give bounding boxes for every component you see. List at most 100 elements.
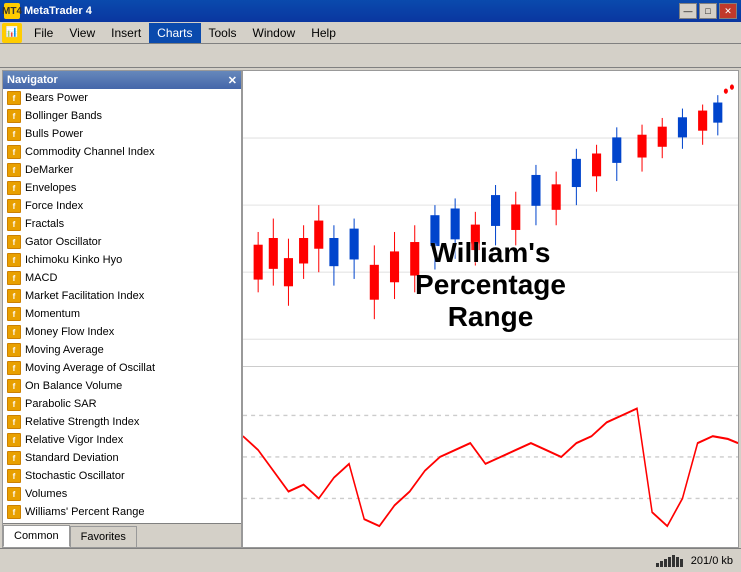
navigator-close-button[interactable]: ✕ bbox=[228, 74, 237, 87]
nav-item-relative-vigor-index[interactable]: f Relative Vigor Index bbox=[3, 431, 241, 449]
nav-item-macd[interactable]: f MACD bbox=[3, 269, 241, 287]
nav-item-stochastic-oscillator[interactable]: fStochastic Oscillator bbox=[3, 467, 241, 485]
menu-view[interactable]: View bbox=[61, 23, 103, 43]
menu-charts[interactable]: Charts bbox=[149, 23, 200, 43]
nav-item-bollinger-bands[interactable]: f Bollinger Bands bbox=[3, 107, 241, 125]
nav-item-label-stochastic-oscillator: Stochastic Oscillator bbox=[25, 470, 125, 482]
nav-item-icon-fractals: f bbox=[7, 217, 21, 231]
nav-item-icon-bulls-power: f bbox=[7, 127, 21, 141]
nav-item-parabolic-sar[interactable]: f Parabolic SAR bbox=[3, 395, 241, 413]
tab-favorites[interactable]: Favorites bbox=[70, 526, 137, 547]
menu-help[interactable]: Help bbox=[303, 23, 344, 43]
status-bar: 201/0 kb bbox=[0, 548, 741, 572]
nav-item-icon-parabolic-sar: f bbox=[7, 397, 21, 411]
nav-item-demarker[interactable]: fDeMarker bbox=[3, 161, 241, 179]
nav-item-label-volumes: Volumes bbox=[25, 488, 67, 500]
nav-item-williams-percent-range[interactable]: f Williams' Percent Range bbox=[3, 503, 241, 521]
maximize-button[interactable]: □ bbox=[699, 3, 717, 19]
nav-item-label-moving-average-oscillat: Moving Average of Oscillat bbox=[25, 362, 155, 374]
app-icon: MT4 bbox=[4, 3, 20, 19]
nav-item-icon-macd: f bbox=[7, 271, 21, 285]
nav-item-label-bears-power: Bears Power bbox=[25, 92, 88, 104]
menu-window[interactable]: Window bbox=[245, 23, 304, 43]
nav-item-label-bollinger-bands: Bollinger Bands bbox=[25, 110, 102, 122]
nav-item-envelopes[interactable]: f Envelopes bbox=[3, 179, 241, 197]
nav-item-icon-volumes: f bbox=[7, 487, 21, 501]
navigator-title: Navigator bbox=[7, 74, 58, 86]
nav-item-label-gator-oscillator: Gator Oscillator bbox=[25, 236, 101, 248]
app-menu-icon: 📊 bbox=[2, 23, 22, 43]
candlestick-chart bbox=[243, 71, 738, 366]
nav-item-label-macd: MACD bbox=[25, 272, 57, 284]
nav-item-market-facilitation-index[interactable]: fMarket Facilitation Index bbox=[3, 287, 241, 305]
title-bar: MT4 MetaTrader 4 — □ ✕ bbox=[0, 0, 741, 22]
nav-item-label-moving-average: Moving Average bbox=[25, 344, 104, 356]
nav-item-ichimoku-kinko-hyo[interactable]: f Ichimoku Kinko Hyo bbox=[3, 251, 241, 269]
minimize-button[interactable]: — bbox=[679, 3, 697, 19]
nav-item-commodity-channel-index[interactable]: f Commodity Channel Index bbox=[3, 143, 241, 161]
nav-item-label-force-index: Force Index bbox=[25, 200, 83, 212]
nav-item-icon-gator-oscillator: f bbox=[7, 235, 21, 249]
navigator-header: Navigator ✕ bbox=[3, 71, 241, 89]
navigator-list[interactable]: f Bears Power f Bollinger Bands f Bulls Power… bbox=[3, 89, 241, 523]
nav-item-bulls-power[interactable]: f Bulls Power bbox=[3, 125, 241, 143]
nav-item-label-on-balance-volume: On Balance Volume bbox=[25, 380, 122, 392]
nav-item-icon-demarker: f bbox=[7, 163, 21, 177]
nav-item-label-parabolic-sar: Parabolic SAR bbox=[25, 398, 97, 410]
nav-item-icon-relative-strength-index: f bbox=[7, 415, 21, 429]
nav-item-standard-deviation[interactable]: f Standard Deviation bbox=[3, 449, 241, 467]
nav-item-icon-moving-average-oscillat: f bbox=[7, 361, 21, 375]
menu-tools[interactable]: Tools bbox=[201, 23, 245, 43]
status-bars-icon bbox=[656, 555, 683, 567]
indicator-chart bbox=[243, 366, 738, 547]
tab-common[interactable]: Common bbox=[3, 525, 70, 547]
nav-item-icon-williams-percent-range: f bbox=[7, 505, 21, 519]
nav-item-label-commodity-channel-index: Commodity Channel Index bbox=[25, 146, 155, 158]
navigator-panel: Navigator ✕ f Bears Power f Bollinger Bands… bbox=[2, 70, 242, 548]
nav-item-icon-market-facilitation-index: f bbox=[7, 289, 21, 303]
nav-item-icon-moving-average: f bbox=[7, 343, 21, 357]
window-title: MetaTrader 4 bbox=[24, 5, 92, 17]
nav-item-icon-on-balance-volume: f bbox=[7, 379, 21, 393]
nav-item-volumes[interactable]: f Volumes bbox=[3, 485, 241, 503]
nav-item-icon-momentum: f bbox=[7, 307, 21, 321]
nav-item-label-williams-percent-range: Williams' Percent Range bbox=[25, 506, 144, 518]
nav-item-moving-average-oscillat[interactable]: f Moving Average of Oscillat bbox=[3, 359, 241, 377]
nav-item-relative-strength-index[interactable]: f Relative Strength Index bbox=[3, 413, 241, 431]
nav-item-label-relative-strength-index: Relative Strength Index bbox=[25, 416, 139, 428]
menu-insert[interactable]: Insert bbox=[103, 23, 149, 43]
menu-file[interactable]: File bbox=[26, 23, 61, 43]
nav-item-icon-force-index: f bbox=[7, 199, 21, 213]
nav-item-icon-envelopes: f bbox=[7, 181, 21, 195]
nav-item-icon-bollinger-bands: f bbox=[7, 109, 21, 123]
navigator-tabs: Common Favorites bbox=[3, 523, 241, 547]
nav-item-gator-oscillator[interactable]: f Gator Oscillator bbox=[3, 233, 241, 251]
chart-area[interactable]: William's Percentage Range bbox=[242, 70, 739, 548]
nav-item-label-standard-deviation: Standard Deviation bbox=[25, 452, 119, 464]
nav-item-bears-power[interactable]: f Bears Power bbox=[3, 89, 241, 107]
nav-item-icon-commodity-channel-index: f bbox=[7, 145, 21, 159]
nav-item-on-balance-volume[interactable]: f On Balance Volume bbox=[3, 377, 241, 395]
nav-item-label-bulls-power: Bulls Power bbox=[25, 128, 83, 140]
memory-status: 201/0 kb bbox=[691, 555, 733, 567]
nav-item-icon-relative-vigor-index: f bbox=[7, 433, 21, 447]
nav-item-label-momentum: Momentum bbox=[25, 308, 80, 320]
nav-item-moving-average[interactable]: f Moving Average bbox=[3, 341, 241, 359]
nav-item-label-ichimoku-kinko-hyo: Ichimoku Kinko Hyo bbox=[25, 254, 122, 266]
window-controls: — □ ✕ bbox=[679, 3, 737, 19]
nav-item-force-index[interactable]: f Force Index bbox=[3, 197, 241, 215]
menu-bar: 📊 File View Insert Charts Tools Window H… bbox=[0, 22, 741, 44]
nav-item-icon-money-flow-index: f bbox=[7, 325, 21, 339]
nav-item-icon-ichimoku-kinko-hyo: f bbox=[7, 253, 21, 267]
nav-item-icon-bears-power: f bbox=[7, 91, 21, 105]
main-content: Navigator ✕ f Bears Power f Bollinger Bands… bbox=[0, 68, 741, 548]
nav-item-label-envelopes: Envelopes bbox=[25, 182, 76, 194]
close-button[interactable]: ✕ bbox=[719, 3, 737, 19]
nav-item-label-relative-vigor-index: Relative Vigor Index bbox=[25, 434, 123, 446]
nav-item-label-fractals: Fractals bbox=[25, 218, 64, 230]
nav-item-money-flow-index[interactable]: fMoney Flow Index bbox=[3, 323, 241, 341]
nav-item-momentum[interactable]: f Momentum bbox=[3, 305, 241, 323]
toolbar bbox=[0, 44, 741, 68]
nav-item-fractals[interactable]: f Fractals bbox=[3, 215, 241, 233]
nav-item-icon-standard-deviation: f bbox=[7, 451, 21, 465]
